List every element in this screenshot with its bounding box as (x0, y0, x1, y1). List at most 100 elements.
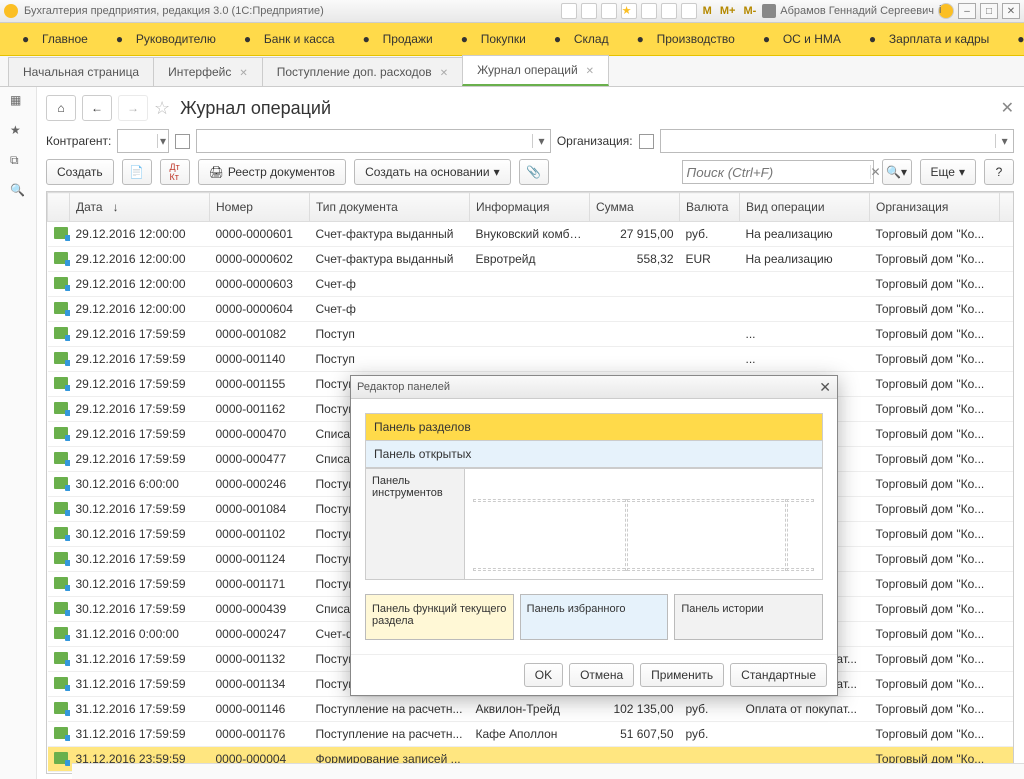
menu-Банк и касса[interactable]: ●Банк и касса (230, 23, 349, 55)
column-header[interactable]: Тип документа (310, 193, 470, 222)
open-panel[interactable]: Панель открытых (366, 441, 822, 468)
tab[interactable]: Интерфейс✕ (153, 57, 263, 86)
column-header[interactable]: Номер (210, 193, 310, 222)
table-row[interactable]: 29.12.2016 12:00:000000-0000603Счет-фТор… (48, 272, 1015, 297)
menu-ОС и НМА[interactable]: ●ОС и НМА (749, 23, 855, 55)
table-row[interactable]: 29.12.2016 12:00:000000-0000601Счет-факт… (48, 222, 1015, 247)
modal-close-button[interactable]: ✕ (819, 379, 831, 396)
minimize-button[interactable]: – (958, 3, 976, 19)
tab-bar: Начальная страницаИнтерфейс✕Поступление … (0, 56, 1024, 87)
star-icon[interactable]: ★ (621, 3, 637, 19)
page-close-button[interactable]: ✕ (1001, 98, 1014, 118)
table-row[interactable]: 29.12.2016 12:00:000000-0000602Счет-факт… (48, 247, 1015, 272)
home-button[interactable]: ⌂ (46, 95, 76, 121)
favorite-icon[interactable]: ☆ (154, 98, 170, 119)
tab-close-icon[interactable]: ✕ (239, 68, 247, 79)
back-button[interactable]: ← (82, 95, 112, 121)
table-row[interactable]: 31.12.2016 17:59:590000-001146Поступлени… (48, 697, 1015, 722)
org-combo[interactable]: ▾ (660, 129, 1014, 153)
registry-button[interactable]: 🖨 Реестр документов (198, 159, 346, 185)
toolbar-icon[interactable] (581, 3, 597, 19)
doc-icon (54, 352, 68, 364)
counterparty-check[interactable] (175, 134, 190, 149)
calendar-icon[interactable] (681, 3, 697, 19)
panel-editor-modal: Редактор панелей ✕ Панель разделов Панел… (350, 375, 838, 696)
toolbar-icon[interactable] (561, 3, 577, 19)
org-check[interactable] (639, 134, 654, 149)
menu-Зарплата и кадры[interactable]: ●Зарплата и кадры (855, 23, 1003, 55)
clock-icon[interactable] (641, 3, 657, 19)
find-button[interactable]: 🔍▾ (882, 159, 912, 185)
functions-panel[interactable]: Панель функций текущего раздела (365, 594, 514, 640)
table-row[interactable]: 29.12.2016 17:59:590000-001140Поступ...Т… (48, 347, 1015, 372)
star-icon[interactable]: ★ (10, 123, 26, 139)
ok-button[interactable]: OK (524, 663, 563, 687)
history-panel[interactable]: Панель истории (674, 594, 823, 640)
apply-button[interactable]: Применить (640, 663, 724, 687)
doc-icon (54, 327, 68, 339)
copy-icon[interactable]: ⧉ (10, 153, 26, 169)
counterparty-combo[interactable]: ▾ (117, 129, 169, 153)
cancel-button[interactable]: Отмена (569, 663, 634, 687)
column-header[interactable] (1000, 193, 1015, 222)
table-row[interactable]: 31.12.2016 17:59:590000-001176Поступлени… (48, 722, 1015, 747)
memory-mminus[interactable]: M- (741, 5, 758, 17)
main-menu: ●Главное●Руководителю●Банк и касса●Прода… (0, 23, 1024, 56)
sections-panel[interactable]: Панель разделов (366, 414, 822, 441)
modal-titlebar[interactable]: Редактор панелей ✕ (351, 376, 837, 399)
search-input[interactable]: ✕ (682, 160, 874, 184)
memory-mplus[interactable]: M+ (718, 5, 738, 17)
column-header[interactable]: Дата ↓ (70, 193, 210, 222)
toolbar: Создать 📄 ДтКт 🖨 Реестр документов Созда… (46, 159, 1014, 185)
column-header[interactable]: Информация (470, 193, 590, 222)
column-header[interactable]: Валюта (680, 193, 740, 222)
tab[interactable]: Поступление доп. расходов✕ (262, 57, 463, 86)
menu-Производство[interactable]: ●Производство (623, 23, 749, 55)
tab-close-icon[interactable]: ✕ (440, 68, 448, 79)
info-icon[interactable]: i (938, 3, 954, 19)
favorites-panel[interactable]: Панель избранного (520, 594, 669, 640)
tools-panel[interactable]: Панель инструментов (366, 469, 465, 579)
menu-Операц[interactable]: ●Операц (1003, 23, 1024, 55)
menu-Склад[interactable]: ●Склад (540, 23, 623, 55)
more-button[interactable]: Еще ▾ (920, 159, 976, 185)
copy-doc-button[interactable]: 📄 (122, 159, 152, 185)
attach-button[interactable]: 📎 (519, 159, 549, 185)
column-header[interactable]: Сумма (590, 193, 680, 222)
clear-search-icon[interactable]: ✕ (870, 165, 881, 179)
column-header[interactable]: Организация (870, 193, 1000, 222)
tab[interactable]: Начальная страница (8, 57, 154, 86)
toolbar-icon[interactable] (601, 3, 617, 19)
table-row[interactable]: 29.12.2016 12:00:000000-0000604Счет-фТор… (48, 297, 1015, 322)
briefcase-icon: ● (363, 32, 377, 46)
doc-icon (54, 577, 68, 589)
standard-button[interactable]: Стандартные (730, 663, 827, 687)
dt-kt-button[interactable]: ДтКт (160, 159, 190, 185)
grid-icon[interactable]: ▦ (10, 93, 26, 109)
doc-icon (54, 702, 68, 714)
create-based-button[interactable]: Создать на основании ▾ (354, 159, 511, 185)
column-header[interactable]: Вид операции (740, 193, 870, 222)
column-header[interactable] (48, 193, 70, 222)
arrow-up-icon: ● (116, 32, 130, 46)
doc-icon (54, 452, 68, 464)
maximize-button[interactable]: □ (980, 3, 998, 19)
memory-m[interactable]: M (701, 5, 714, 17)
user-name[interactable]: Абрамов Геннадий Сергеевич (780, 5, 934, 17)
search-icon[interactable]: 🔍 (10, 183, 26, 199)
help-button[interactable]: ? (984, 159, 1014, 185)
close-button[interactable]: ✕ (1002, 3, 1020, 19)
calc-icon[interactable] (661, 3, 677, 19)
table-row[interactable]: 29.12.2016 17:59:590000-001082Поступ...Т… (48, 322, 1015, 347)
tab-close-icon[interactable]: ✕ (586, 66, 594, 77)
counterparty-value[interactable]: ▾ (196, 129, 550, 153)
tab[interactable]: Журнал операций✕ (462, 55, 609, 86)
menu-Покупки[interactable]: ●Покупки (447, 23, 540, 55)
create-button[interactable]: Создать (46, 159, 114, 185)
doc-icon (54, 227, 68, 239)
menu-Продажи[interactable]: ●Продажи (349, 23, 447, 55)
forward-button[interactable]: → (118, 95, 148, 121)
menu-Руководителю[interactable]: ●Руководителю (102, 23, 230, 55)
doc-icon (54, 502, 68, 514)
menu-Главное[interactable]: ●Главное (8, 23, 102, 55)
